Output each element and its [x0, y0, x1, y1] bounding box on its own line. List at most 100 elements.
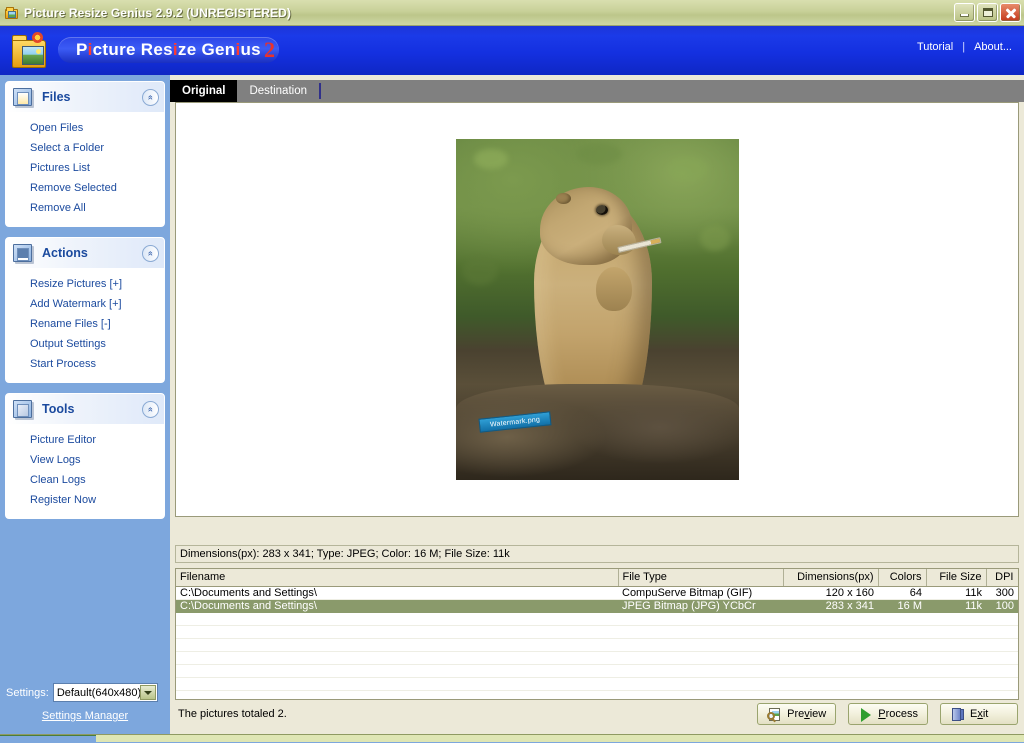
panel-files: Files « Open Files Select a Folder Pictu… [5, 81, 165, 227]
status-bar: The pictures totaled 2. Preview Process … [170, 700, 1024, 728]
sidebar-item-remove-all[interactable]: Remove All [6, 198, 164, 218]
cell-colors: 64 [878, 586, 926, 599]
brand-version-number: 2 [264, 37, 275, 63]
sidebar-item-rename-files[interactable]: Rename Files [-] [6, 314, 164, 334]
sidebar-item-add-watermark[interactable]: Add Watermark [+] [6, 294, 164, 314]
settings-manager-row: Settings Manager [0, 710, 170, 722]
cell-colors: 16 M [878, 599, 926, 612]
table-row-empty[interactable]: . [176, 638, 1018, 651]
window-titlebar: Picture Resize Genius 2.9.2 (UNREGISTERE… [0, 0, 1024, 26]
table-row[interactable]: C:\Documents and Settings\ CompuServe Bi… [176, 586, 1018, 599]
cell-filename: C:\Documents and Settings\ [176, 586, 618, 599]
column-header-filename[interactable]: Filename [176, 569, 618, 586]
sidebar-item-select-a-folder[interactable]: Select a Folder [6, 138, 164, 158]
panel-tools-header[interactable]: Tools « [6, 394, 164, 424]
process-play-icon [858, 707, 873, 722]
tab-destination[interactable]: Destination [237, 80, 319, 102]
preview-button[interactable]: Preview [757, 703, 836, 725]
tools-box-icon [10, 396, 38, 422]
panel-tools-body: Picture Editor View Logs Clean Logs Regi… [6, 424, 164, 518]
maximize-button[interactable] [977, 3, 998, 22]
settings-select[interactable]: Default(640x480) [53, 683, 158, 702]
table-header-row: Filename File Type Dimensions(px) Colors… [176, 569, 1018, 586]
actions-list-icon [10, 240, 38, 266]
sidebar-item-output-settings[interactable]: Output Settings [6, 334, 164, 354]
tab-original[interactable]: Original [170, 80, 237, 102]
sidebar-item-clean-logs[interactable]: Clean Logs [6, 470, 164, 490]
settings-label: Settings: [6, 687, 49, 699]
tutorial-link[interactable]: Tutorial [917, 41, 953, 53]
sidebar-item-open-files[interactable]: Open Files [6, 118, 164, 138]
sidebar-item-remove-selected[interactable]: Remove Selected [6, 178, 164, 198]
about-link[interactable]: About... [974, 41, 1012, 53]
exit-button-label: Exit [970, 708, 988, 720]
table-row-empty[interactable]: . [176, 612, 1018, 625]
column-header-filesize[interactable]: File Size [926, 569, 986, 586]
panel-tools-title: Tools [42, 402, 74, 416]
cell-filesize: 11k [926, 586, 986, 599]
cell-filename: C:\Documents and Settings\ [176, 599, 618, 612]
window-title: Picture Resize Genius 2.9.2 (UNREGISTERE… [24, 6, 291, 20]
cell-filetype: JPEG Bitmap (JPG) YCbCr [618, 599, 783, 612]
panel-files-collapse-icon[interactable]: « [142, 89, 159, 106]
image-preview-area[interactable]: Watermark.png [175, 102, 1019, 517]
panel-actions-header[interactable]: Actions « [6, 238, 164, 268]
column-header-filetype[interactable]: File Type [618, 569, 783, 586]
table-row-empty[interactable]: . [176, 677, 1018, 690]
settings-manager-link[interactable]: Settings Manager [42, 710, 128, 722]
panel-files-body: Open Files Select a Folder Pictures List… [6, 112, 164, 226]
chevron-down-icon[interactable] [140, 685, 156, 700]
panel-actions-collapse-icon[interactable]: « [142, 245, 159, 262]
file-list-table[interactable]: Filename File Type Dimensions(px) Colors… [175, 568, 1019, 700]
sidebar-item-picture-editor[interactable]: Picture Editor [6, 430, 164, 450]
header-link-separator: | [962, 41, 965, 53]
brand-pill: Picture Resize Genius [58, 37, 279, 63]
cell-dimensions: 120 x 160 [783, 586, 878, 599]
column-header-dimensions[interactable]: Dimensions(px) [783, 569, 878, 586]
column-header-dpi[interactable]: DPI [986, 569, 1018, 586]
brand-title: Picture Resize Genius [76, 40, 261, 60]
preview-image: Watermark.png [456, 139, 739, 480]
table-body: C:\Documents and Settings\ CompuServe Bi… [176, 586, 1018, 700]
sidebar-item-pictures-list[interactable]: Pictures List [6, 158, 164, 178]
panel-actions-body: Resize Pictures [+] Add Watermark [+] Re… [6, 268, 164, 382]
panel-actions: Actions « Resize Pictures [+] Add Waterm… [5, 237, 165, 383]
table-row-empty[interactable]: . [176, 664, 1018, 677]
sidebar: Files « Open Files Select a Folder Pictu… [0, 75, 170, 736]
process-button-label: Process [878, 708, 918, 720]
close-button[interactable] [1000, 3, 1021, 22]
table-row-empty[interactable]: . [176, 690, 1018, 700]
cell-dimensions: 283 x 341 [783, 599, 878, 612]
table-row-empty[interactable]: . [176, 625, 1018, 638]
exit-button[interactable]: Exit [940, 703, 1018, 725]
preview-button-label: Preview [787, 708, 826, 720]
preview-magnifier-icon [767, 707, 782, 722]
table-row-empty[interactable]: . [176, 651, 1018, 664]
image-info-bar: Dimensions(px): 283 x 341; Type: JPEG; C… [175, 545, 1019, 563]
process-button[interactable]: Process [848, 703, 928, 725]
panel-tools-collapse-icon[interactable]: « [142, 401, 159, 418]
column-header-colors[interactable]: Colors [878, 569, 926, 586]
settings-row: Settings: Default(640x480) [0, 683, 170, 702]
app-logo-icon [10, 30, 56, 72]
panel-tools: Tools « Picture Editor View Logs Clean L… [5, 393, 165, 519]
app-folder-picture-icon [4, 5, 20, 21]
tab-caret [319, 83, 321, 99]
sidebar-item-view-logs[interactable]: View Logs [6, 450, 164, 470]
window-bottom-strip [0, 734, 1024, 742]
main-panel: Original Destination Watermark.png Dimen… [170, 75, 1024, 736]
sidebar-item-start-process[interactable]: Start Process [6, 354, 164, 374]
app-header: Picture Resize Genius 2 Tutorial | About… [0, 26, 1024, 75]
table-row[interactable]: C:\Documents and Settings\ JPEG Bitmap (… [176, 599, 1018, 612]
sidebar-item-resize-pictures[interactable]: Resize Pictures [+] [6, 274, 164, 294]
minimize-button[interactable] [954, 3, 975, 22]
panel-actions-title: Actions [42, 246, 88, 260]
settings-select-value: Default(640x480) [57, 687, 141, 699]
status-text: The pictures totaled 2. [178, 708, 287, 720]
files-book-icon [10, 84, 38, 110]
panel-files-title: Files [42, 90, 71, 104]
exit-door-icon [950, 707, 965, 722]
window-controls [954, 3, 1024, 22]
panel-files-header[interactable]: Files « [6, 82, 164, 112]
sidebar-item-register-now[interactable]: Register Now [6, 490, 164, 510]
